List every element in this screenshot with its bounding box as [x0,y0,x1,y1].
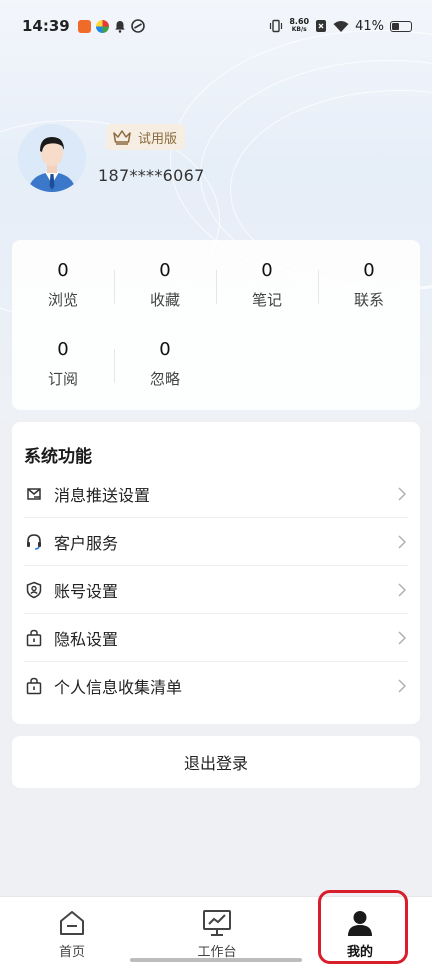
vibrate-icon [270,19,283,33]
stat-browse[interactable]: 0 浏览 [12,260,114,310]
section-title: 系统功能 [24,447,92,467]
stat-label: 联系 [353,291,384,309]
network-speed: 8.60 KB/s [289,17,310,34]
app-notification-icon [95,19,109,33]
tab-workbench[interactable]: 工作台 [182,897,252,964]
stat-value: 0 [261,260,273,281]
stat-notes[interactable]: 0 笔记 [216,260,318,310]
home-indicator [130,958,302,962]
menu-item-label: 客户服务 [54,533,119,553]
phone-number: 187****6067 [98,166,205,185]
stat-contacts[interactable]: 0 联系 [318,260,420,310]
system-status: 8.60 KB/s 41% [269,18,412,34]
status-bar: 14:39 8.60 KB/s 41% [0,0,432,52]
stat-label: 忽略 [149,370,180,388]
menu-item-customer-service[interactable]: 客户服务 [24,518,408,566]
avatar[interactable] [18,124,86,192]
account-shield-icon [24,580,44,600]
menu-item-push-settings[interactable]: 消息推送设置 [24,470,408,518]
chevron-right-icon [396,630,408,646]
stat-label: 浏览 [47,291,78,309]
chevron-right-icon [396,486,408,502]
stat-value: 0 [159,339,171,360]
menu-item-account-settings[interactable]: 账号设置 [24,566,408,614]
stat-label: 订阅 [47,370,78,388]
battery-level [392,22,399,30]
stats-card: 0 浏览 0 收藏 0 笔记 0 联系 0 订阅 0 忽略 [12,240,420,410]
menu-item-privacy-settings[interactable]: 隐私设置 [24,614,408,662]
wifi-icon [333,20,349,32]
stat-label: 笔记 [251,291,282,309]
sim-icon [316,20,327,32]
headset-icon [24,532,44,552]
menu-item-label: 隐私设置 [54,629,119,649]
tab-home[interactable]: 首页 [42,897,102,964]
chevron-right-icon [396,678,408,694]
monitor-chart-icon [202,909,232,937]
stat-value: 0 [57,339,69,360]
stat-ignored[interactable]: 0 忽略 [114,339,216,389]
logout-label: 退出登录 [183,754,248,773]
battery-percent: 41% [355,18,384,34]
battery-icon [390,20,412,32]
message-icon [24,484,44,504]
notification-icons [77,19,145,33]
status-time: 14:39 [22,17,70,35]
chevron-right-icon [396,582,408,598]
profile-header: 试用版 187****6067 [18,122,418,232]
menu-item-label: 个人信息收集清单 [54,678,183,697]
bell-icon [114,20,125,33]
app-notification-icon [77,19,91,33]
stat-value: 0 [363,260,375,281]
stat-value: 0 [57,260,69,281]
active-tab-highlight [318,890,408,964]
logout-button[interactable]: 退出登录 [12,736,420,788]
app-notification-icon [130,19,145,33]
stat-subscriptions[interactable]: 0 订阅 [12,339,114,389]
tab-label: 首页 [58,945,85,960]
lock-bag-icon [24,676,44,696]
crown-icon [113,130,131,145]
menu-item-label: 消息推送设置 [54,485,151,505]
avatar-illustration [18,124,86,192]
stat-value: 0 [159,260,171,281]
chevron-right-icon [396,534,408,550]
system-functions-card: 系统功能 消息推送设置 客户服务 账号设置 隐私设置 个人信息收集清单 [12,422,420,724]
stat-label: 收藏 [149,291,180,309]
trial-badge-label: 试用版 [138,131,178,147]
stat-favorites[interactable]: 0 收藏 [114,260,216,310]
menu-item-personal-info-list[interactable]: 个人信息收集清单 [24,662,408,710]
lock-bag-icon [24,628,44,648]
menu-item-label: 账号设置 [54,581,119,601]
trial-badge: 试用版 [106,124,186,150]
home-icon [58,909,86,937]
